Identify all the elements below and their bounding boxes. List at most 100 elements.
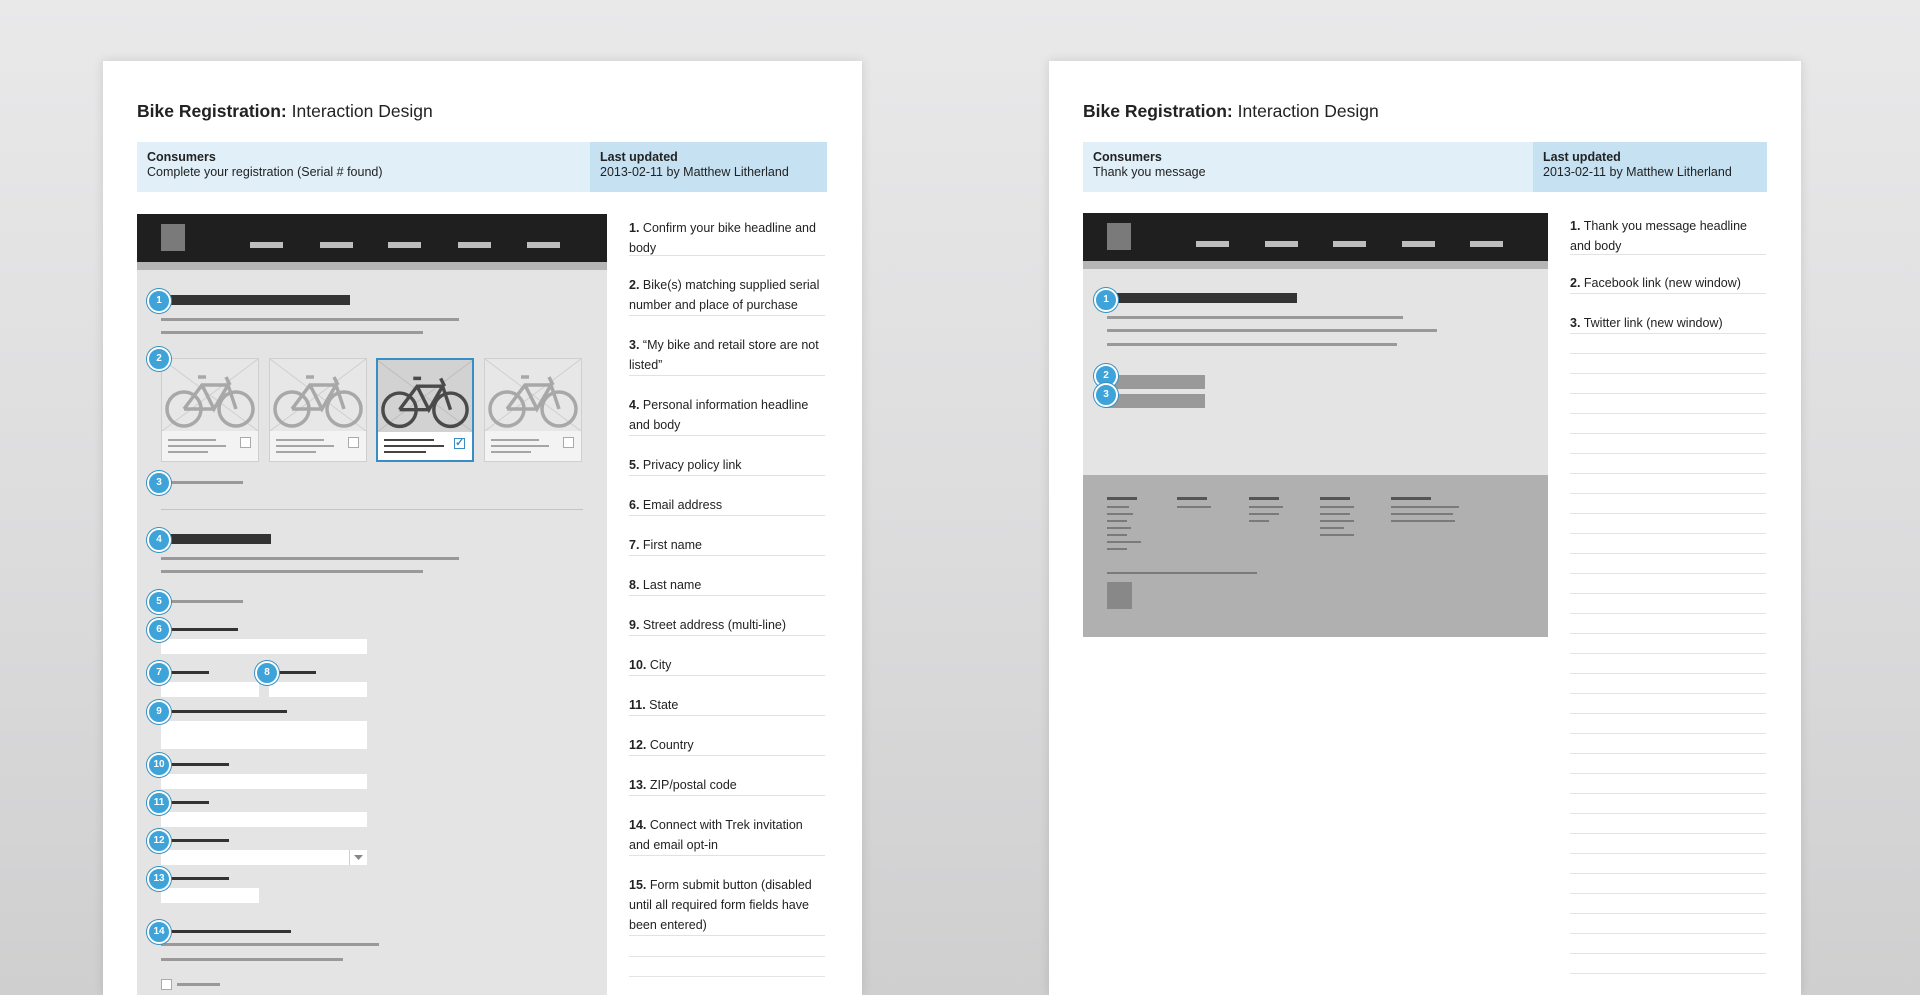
note-number: 7. <box>629 538 640 552</box>
sheet-title-bold: Bike Registration: <box>1083 101 1233 121</box>
note-rule <box>1570 673 1766 674</box>
footer-heading <box>1249 497 1279 500</box>
last-name-field[interactable] <box>269 682 367 697</box>
audience-value: Complete your registration (Serial # fou… <box>147 165 383 179</box>
note-rule <box>1570 573 1766 574</box>
facebook-link[interactable] <box>1107 375 1205 389</box>
bicycle-icon <box>270 359 366 431</box>
note-rule <box>1570 733 1766 734</box>
note-text: City <box>649 658 672 672</box>
wireframe: ✓ 1 2 3 4 5 6 7 8 9 10 11 12 13 14 <box>137 214 607 995</box>
note-text: Last name <box>642 578 702 592</box>
state-field[interactable] <box>161 812 367 827</box>
nav-item <box>250 242 283 248</box>
card-line <box>491 451 531 453</box>
card-line <box>168 445 226 447</box>
note-number: 15. <box>629 878 647 892</box>
note-rule <box>1570 853 1766 854</box>
card-line <box>491 439 539 441</box>
opt-in-label <box>177 983 220 986</box>
connect-headline <box>161 930 291 933</box>
annotation-marker: 4 <box>147 528 171 552</box>
nav-item <box>1265 241 1298 247</box>
sheet-title-rest: Interaction Design <box>291 101 433 121</box>
wireframe-footer <box>1083 475 1548 637</box>
annotation-marker: 3 <box>147 471 171 495</box>
bike-image <box>162 359 258 431</box>
privacy-policy-link[interactable] <box>161 600 243 603</box>
note-number: 1. <box>629 221 640 235</box>
connect-body-line <box>161 943 379 946</box>
body-line <box>161 557 459 560</box>
note-text: Form submit button (disabled until all r… <box>629 878 812 932</box>
bike-card[interactable] <box>161 358 259 462</box>
footer-link <box>1249 513 1279 515</box>
card-line <box>276 439 324 441</box>
chevron-down-icon <box>349 850 367 865</box>
not-listed-link[interactable] <box>161 481 243 484</box>
street-address-field[interactable] <box>161 721 367 749</box>
zip-field[interactable] <box>161 888 259 903</box>
country-select[interactable] <box>161 850 367 865</box>
updated-cell: Last updated 2013-02-11 by Matthew Lithe… <box>590 142 827 192</box>
city-label <box>161 763 229 766</box>
note-rule <box>1570 933 1766 934</box>
annotation-marker: 6 <box>147 618 171 642</box>
footer-link <box>1391 520 1455 522</box>
annotation-note: 13. ZIP/postal code <box>629 774 825 796</box>
headline-placeholder <box>161 534 271 544</box>
annotation-marker: 5 <box>147 590 171 614</box>
first-name-field[interactable] <box>161 682 259 697</box>
checkbox-icon[interactable] <box>348 437 359 448</box>
note-number: 13. <box>629 778 647 792</box>
email-field[interactable] <box>161 639 367 654</box>
footer-link <box>1320 513 1350 515</box>
checkbox-icon[interactable]: ✓ <box>454 437 465 449</box>
note-number: 2. <box>1570 276 1581 290</box>
annotation-note: 3. Twitter link (new window) <box>1570 312 1766 334</box>
note-number: 9. <box>629 618 640 632</box>
note-rule <box>1570 393 1766 394</box>
footer-link <box>1249 520 1269 522</box>
checkbox-icon[interactable] <box>240 437 251 448</box>
nav-item <box>1196 241 1229 247</box>
footer-heading <box>1320 497 1350 500</box>
footer-link <box>1320 534 1354 536</box>
note-rule <box>1570 533 1766 534</box>
note-number: 1. <box>1570 219 1581 233</box>
note-number: 4. <box>629 398 640 412</box>
note-rule <box>1570 693 1766 694</box>
bike-card[interactable] <box>269 358 367 462</box>
note-rule <box>1570 793 1766 794</box>
annotation-note: 8. Last name <box>629 574 825 596</box>
note-text: Twitter link (new window) <box>1583 316 1723 330</box>
annotation-marker: 7 <box>147 661 171 685</box>
card-line <box>384 445 444 447</box>
twitter-link[interactable] <box>1107 394 1205 408</box>
note-number: 8. <box>629 578 640 592</box>
footer-heading <box>1391 497 1431 500</box>
note-rule <box>1570 353 1766 354</box>
bike-card-selected[interactable]: ✓ <box>376 358 474 462</box>
note-text: ZIP/postal code <box>649 778 737 792</box>
checkbox-icon[interactable] <box>563 437 574 448</box>
footer-link <box>1107 548 1127 550</box>
note-number: 3. <box>1570 316 1581 330</box>
bike-card[interactable] <box>484 358 582 462</box>
nav-subbar <box>137 262 607 270</box>
annotation-list: 1. Confirm your bike headline and body 2… <box>629 214 825 995</box>
annotation-note: 2. Facebook link (new window) <box>1570 272 1766 294</box>
opt-in-checkbox[interactable] <box>161 979 172 990</box>
note-rule <box>1570 653 1766 654</box>
annotation-note: 12. Country <box>629 734 825 756</box>
city-field[interactable] <box>161 774 367 789</box>
annotation-list: 1. Thank you message headline and body 2… <box>1570 213 1766 995</box>
note-number: 10. <box>629 658 647 672</box>
body-line <box>161 570 423 573</box>
note-text: Personal information headline and body <box>629 398 809 432</box>
note-number: 6. <box>629 498 640 512</box>
logo-placeholder <box>161 224 185 251</box>
note-rule <box>1570 753 1766 754</box>
note-text: Facebook link (new window) <box>1583 276 1741 290</box>
annotation-note: 15. Form submit button (disabled until a… <box>629 874 825 936</box>
